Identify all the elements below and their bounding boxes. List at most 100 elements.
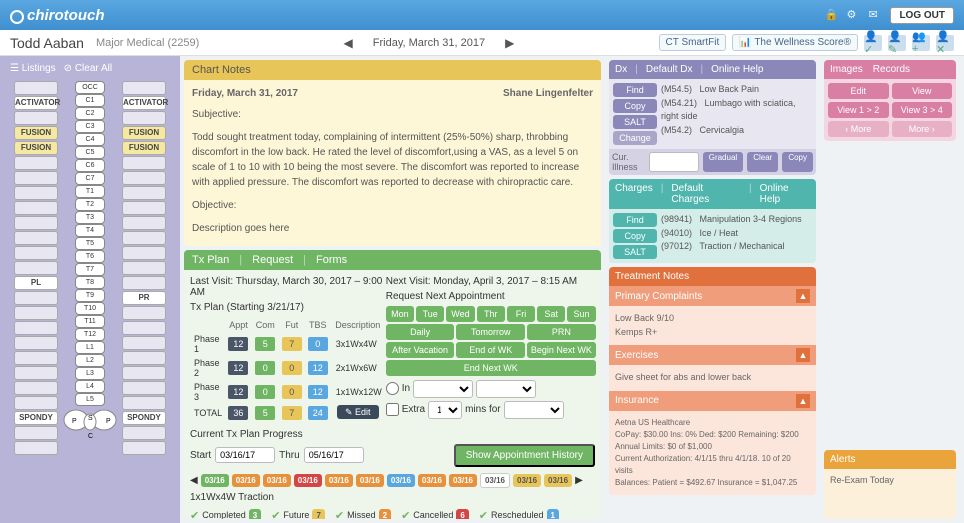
dx-tab-1[interactable]: Default Dx	[646, 64, 693, 75]
spine-left-L5[interactable]	[14, 441, 58, 455]
spine-left-T6[interactable]: PL	[14, 276, 58, 290]
extra-checkbox[interactable]	[386, 403, 399, 416]
spine-left-L4[interactable]	[14, 426, 58, 440]
charge-item[interactable]: (97012) Traction / Mechanical	[661, 240, 812, 254]
charges-Copy-button[interactable]: Copy	[613, 229, 657, 243]
chip-next-icon[interactable]: ▶	[575, 475, 583, 486]
dx-item[interactable]: (M54.2) Cervicalgia	[661, 124, 812, 138]
date-chip[interactable]: 03/16	[387, 474, 415, 487]
week-After Vacation[interactable]: After Vacation	[386, 342, 455, 358]
date-chip[interactable]: 03/16	[513, 474, 541, 487]
week-Daily[interactable]: Daily	[386, 324, 455, 340]
thru-date-input[interactable]	[304, 447, 364, 463]
spine-right-C3[interactable]: FUSION	[122, 126, 166, 140]
prev-day-icon[interactable]: ◀	[344, 36, 353, 50]
vertebra-T3[interactable]: T3	[75, 211, 105, 224]
spine-right-C1[interactable]: ACTIVATOR	[122, 96, 166, 110]
week-End of WK[interactable]: End of WK	[456, 342, 525, 358]
spine-left-T10[interactable]	[14, 336, 58, 350]
date-chip[interactable]: 03/16	[232, 474, 260, 487]
spine-left-C3[interactable]: FUSION	[14, 126, 58, 140]
week-End Next WK[interactable]: End Next WK	[386, 360, 596, 376]
dx-item[interactable]: (M54.5) Low Back Pain	[661, 83, 812, 97]
dx-tab-0[interactable]: Dx	[615, 64, 627, 75]
mins-for-select[interactable]	[504, 401, 564, 419]
mail-icon[interactable]: ✉	[868, 8, 882, 22]
spine-right-T2[interactable]	[122, 216, 166, 230]
view-button[interactable]: View	[892, 83, 953, 99]
vertebra-C3[interactable]: C3	[75, 120, 105, 133]
spine-right-T11[interactable]	[122, 351, 166, 365]
collapse-icon[interactable]: ▲	[796, 289, 810, 303]
spine-left-L3[interactable]: SPONDY	[14, 411, 58, 425]
spine-left-T1[interactable]	[14, 201, 58, 215]
vertebra-L3[interactable]: L3	[75, 367, 105, 380]
vertebra-OCC[interactable]: OCC	[75, 81, 105, 94]
week-PRN[interactable]: PRN	[527, 324, 596, 340]
dx-Change-button[interactable]: Change	[613, 131, 657, 145]
spine-right-OCC[interactable]	[122, 81, 166, 95]
show-history-button[interactable]: Show Appointment History	[454, 444, 595, 467]
spine-left-C5[interactable]	[14, 156, 58, 170]
user-check-icon[interactable]: 👤✓	[864, 35, 882, 51]
date-chip[interactable]: 03/16	[480, 473, 510, 488]
spine-left-T9[interactable]	[14, 321, 58, 335]
charges-tab-1[interactable]: Default Charges	[671, 183, 741, 205]
ct-smartfit-button[interactable]: CT SmartFit	[659, 34, 727, 51]
dx-tab-2[interactable]: Online Help	[711, 64, 763, 75]
vertebra-C7[interactable]: C7	[75, 172, 105, 185]
spine-left-C7[interactable]	[14, 186, 58, 200]
spine-right-C5[interactable]	[122, 156, 166, 170]
spine-left-T3[interactable]	[14, 231, 58, 245]
vertebra-T2[interactable]: T2	[75, 198, 105, 211]
chip-prev-icon[interactable]: ◀	[190, 475, 198, 486]
week-Begin Next WK[interactable]: Begin Next WK	[527, 342, 596, 358]
date-chip[interactable]: 03/16	[201, 474, 229, 487]
vertebra-L4[interactable]: L4	[75, 380, 105, 393]
vertebra-C5[interactable]: C5	[75, 146, 105, 159]
dx-Find-button[interactable]: Find	[613, 83, 657, 97]
spine-left-C4[interactable]: FUSION	[14, 141, 58, 155]
spine-right-C4[interactable]: FUSION	[122, 141, 166, 155]
gradual-button[interactable]: Gradual	[703, 152, 743, 172]
vertebra-T7[interactable]: T7	[75, 263, 105, 276]
copy-button[interactable]: Copy	[782, 152, 813, 172]
collapse-icon[interactable]: ▲	[796, 394, 810, 408]
spine-right-L5[interactable]	[122, 441, 166, 455]
dx-item[interactable]: (M54.21) Lumbago with sciatica, right si…	[661, 97, 812, 124]
spine-left-T2[interactable]	[14, 216, 58, 230]
listings-tab[interactable]: ☰ Listings	[10, 63, 56, 74]
charges-SALT-button[interactable]: SALT	[613, 245, 657, 259]
user-edit-icon[interactable]: 👤✎	[888, 35, 906, 51]
spine-right-T7[interactable]: PR	[122, 291, 166, 305]
week-Sun[interactable]: Sun	[567, 306, 595, 322]
vertebra-T8[interactable]: T8	[75, 276, 105, 289]
spine-right-T9[interactable]	[122, 321, 166, 335]
spine-right-T12[interactable]	[122, 366, 166, 380]
vertebra-T10[interactable]: T10	[75, 302, 105, 315]
spine-right-L2[interactable]	[122, 396, 166, 410]
spine-right-T4[interactable]	[122, 246, 166, 260]
charges-Find-button[interactable]: Find	[613, 213, 657, 227]
spine-right-L4[interactable]	[122, 426, 166, 440]
week-Tue[interactable]: Tue	[416, 306, 444, 322]
spine-left-T12[interactable]	[14, 366, 58, 380]
more-next-button[interactable]: More ›	[892, 121, 953, 137]
spine-left-T11[interactable]	[14, 351, 58, 365]
view12-button[interactable]: View 1 > 2	[828, 102, 889, 118]
view34-button[interactable]: View 3 > 4	[892, 102, 953, 118]
more-prev-button[interactable]: ‹ More	[828, 121, 889, 137]
edit-button[interactable]: Edit	[828, 83, 889, 99]
in-value-select[interactable]	[413, 380, 473, 398]
spine-left-C1[interactable]: ACTIVATOR	[14, 96, 58, 110]
week-Fri[interactable]: Fri	[507, 306, 535, 322]
spine-right-C7[interactable]	[122, 186, 166, 200]
dx-Copy-button[interactable]: Copy	[613, 99, 657, 113]
vertebra-C1[interactable]: C1	[75, 94, 105, 107]
start-date-input[interactable]	[215, 447, 275, 463]
spine-left-T7[interactable]	[14, 291, 58, 305]
next-day-icon[interactable]: ▶	[505, 36, 514, 50]
spine-left-OCC[interactable]	[14, 81, 58, 95]
date-chip[interactable]: 03/16	[294, 474, 322, 487]
vertebra-T9[interactable]: T9	[75, 289, 105, 302]
